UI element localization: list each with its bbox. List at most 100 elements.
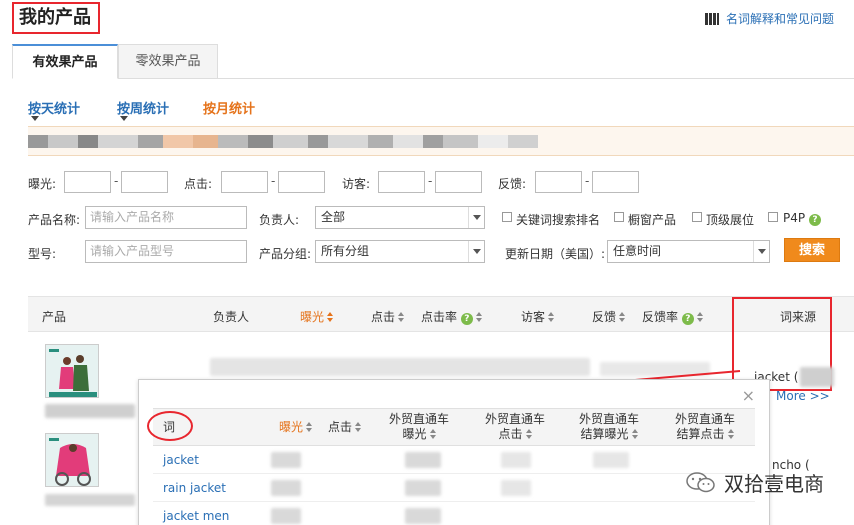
visitor-min-input[interactable] [378, 171, 425, 193]
col-p4p-settled-click[interactable]: 外贸直通车 结算点击 [665, 412, 745, 442]
redacted-value [501, 452, 531, 468]
sort-icon[interactable] [306, 422, 313, 432]
watermark: 双拾壹电商 [686, 468, 824, 497]
help-icon[interactable]: ? [681, 313, 694, 325]
exposure-max-input[interactable] [121, 171, 168, 193]
col-exposure-label[interactable]: 曝光 [300, 310, 324, 324]
stat-by-day[interactable]: 按天统计 [28, 98, 80, 121]
feedback-min-input[interactable] [535, 171, 582, 193]
p4p-checkbox[interactable] [768, 212, 778, 222]
watermark-text: 双拾壹电商 [724, 472, 824, 496]
owner-label: 负责人: [259, 213, 300, 227]
keyword-rank-checkbox[interactable] [502, 212, 512, 222]
sort-icon[interactable] [429, 429, 436, 439]
col-exposure[interactable]: 曝光 [279, 420, 313, 435]
col-feedback-rate[interactable]: 反馈率 ? [642, 308, 703, 325]
sort-icon[interactable] [631, 429, 638, 439]
col-click[interactable]: 点击 [328, 420, 362, 435]
click-min-input[interactable] [221, 171, 268, 193]
model-label: 型号: [28, 247, 57, 261]
close-icon[interactable]: × [742, 386, 755, 405]
col-ctr-label[interactable]: 点击率 [421, 310, 457, 324]
col-exposure-label[interactable]: 曝光 [279, 420, 303, 434]
sort-icon[interactable] [696, 312, 703, 322]
col-click-label[interactable]: 点击 [371, 310, 395, 324]
col-feedback-rate-label[interactable]: 反馈率 [642, 310, 678, 324]
stat-by-week-label[interactable]: 按周统计 [117, 102, 169, 117]
stat-by-month[interactable]: 按月统计 [203, 98, 255, 117]
click-max-input[interactable] [278, 171, 325, 193]
visitor-max-input[interactable] [435, 171, 482, 193]
product-thumbnail[interactable] [45, 344, 99, 398]
col-p4p-exposure[interactable]: 外贸直通车 曝光 [379, 412, 459, 442]
col-feedback-label[interactable]: 反馈 [592, 310, 616, 324]
update-date-label: 更新日期（美国）: [505, 247, 606, 261]
col-p4p-settled-exposure[interactable]: 外贸直通车 结算曝光 [569, 412, 649, 442]
help-link-label[interactable]: 名词解释和常见问题 [726, 12, 834, 26]
tab-effective-products[interactable]: 有效果产品 [12, 44, 118, 79]
sort-icon[interactable] [619, 312, 626, 322]
sort-icon[interactable] [727, 429, 734, 439]
col-p4p-click[interactable]: 外贸直通车 点击 [475, 412, 555, 442]
group-select[interactable]: 所有分组 [315, 240, 485, 263]
feedback-filter-label: 反馈: [498, 177, 527, 191]
sort-icon[interactable] [548, 312, 555, 322]
p4p-label: P4P ? [783, 211, 821, 226]
col-visitor-label[interactable]: 访客 [521, 310, 545, 324]
sort-icon[interactable] [355, 422, 362, 432]
col-click-label[interactable]: 点击 [328, 420, 352, 434]
redacted-text [45, 404, 135, 418]
showcase-label: 橱窗产品 [628, 213, 677, 227]
product-name-label: 产品名称: [28, 213, 81, 227]
tab-zero-effect-products[interactable]: 零效果产品 [118, 44, 218, 79]
annotation-circle [147, 411, 193, 441]
help-link[interactable]: 名词解释和常见问题 [704, 10, 834, 27]
redacted-value [405, 452, 441, 468]
sort-icon[interactable] [475, 312, 482, 322]
product-name-input[interactable]: 请输入产品名称 [85, 206, 247, 229]
owner-select[interactable]: 全部 [315, 206, 485, 229]
exposure-min-input[interactable] [64, 171, 111, 193]
stat-by-week[interactable]: 按周统计 [117, 98, 169, 121]
redacted-value [271, 508, 301, 524]
col-p4p-click-label[interactable]: 外贸直通车 点击 [485, 412, 545, 441]
range-dash: - [585, 174, 590, 188]
chevron-down-icon [753, 241, 769, 262]
range-dash: - [271, 174, 276, 188]
help-icon[interactable]: ? [460, 313, 473, 325]
sort-icon[interactable] [525, 429, 532, 439]
search-button[interactable]: 搜索 [784, 238, 840, 262]
keyword-rank-label: 关键词搜索排名 [516, 213, 601, 227]
owner-select-value: 全部 [321, 210, 346, 224]
col-p4p-exposure-label[interactable]: 外贸直通车 曝光 [389, 412, 449, 441]
redacted-value [271, 452, 301, 468]
update-date-select[interactable]: 任意时间 [607, 240, 770, 263]
stat-by-day-label[interactable]: 按天统计 [28, 102, 80, 117]
book-icon [704, 13, 719, 25]
sort-icon[interactable] [398, 312, 405, 322]
feedback-max-input[interactable] [592, 171, 639, 193]
keyword-link[interactable]: jacket [163, 453, 199, 467]
range-dash: - [428, 174, 433, 188]
redacted-value [405, 508, 441, 524]
col-product: 产品 [42, 310, 67, 324]
col-ctr[interactable]: 点击率 ? [421, 308, 482, 325]
help-icon[interactable]: ? [808, 214, 821, 226]
product-thumbnail[interactable] [45, 433, 99, 487]
redacted-value [405, 480, 441, 496]
sort-icon[interactable] [327, 312, 334, 322]
col-feedback[interactable]: 反馈 [592, 308, 626, 325]
keyword-table-header: 词 曝光 点击 外贸直通车 曝光 外贸直通车 点击 外贸直通车 结算曝光 外贸直通车结… [153, 408, 755, 446]
model-input[interactable]: 请输入产品型号 [85, 240, 247, 263]
col-visitor[interactable]: 访客 [521, 308, 555, 325]
chevron-down-icon [468, 207, 484, 228]
col-p4p-settled-click-label[interactable]: 外贸直通车 结算点击 [675, 412, 735, 441]
keyword-link[interactable]: jacket men [163, 509, 229, 523]
showcase-checkbox[interactable] [614, 212, 624, 222]
top-rank-checkbox[interactable] [692, 212, 702, 222]
col-exposure[interactable]: 曝光 [300, 308, 334, 325]
keyword-link[interactable]: rain jacket [163, 481, 226, 495]
col-p4p-settled-exposure-label[interactable]: 外贸直通车 结算曝光 [579, 412, 639, 441]
more-link[interactable]: More >> [776, 389, 830, 403]
col-click[interactable]: 点击 [371, 308, 405, 325]
